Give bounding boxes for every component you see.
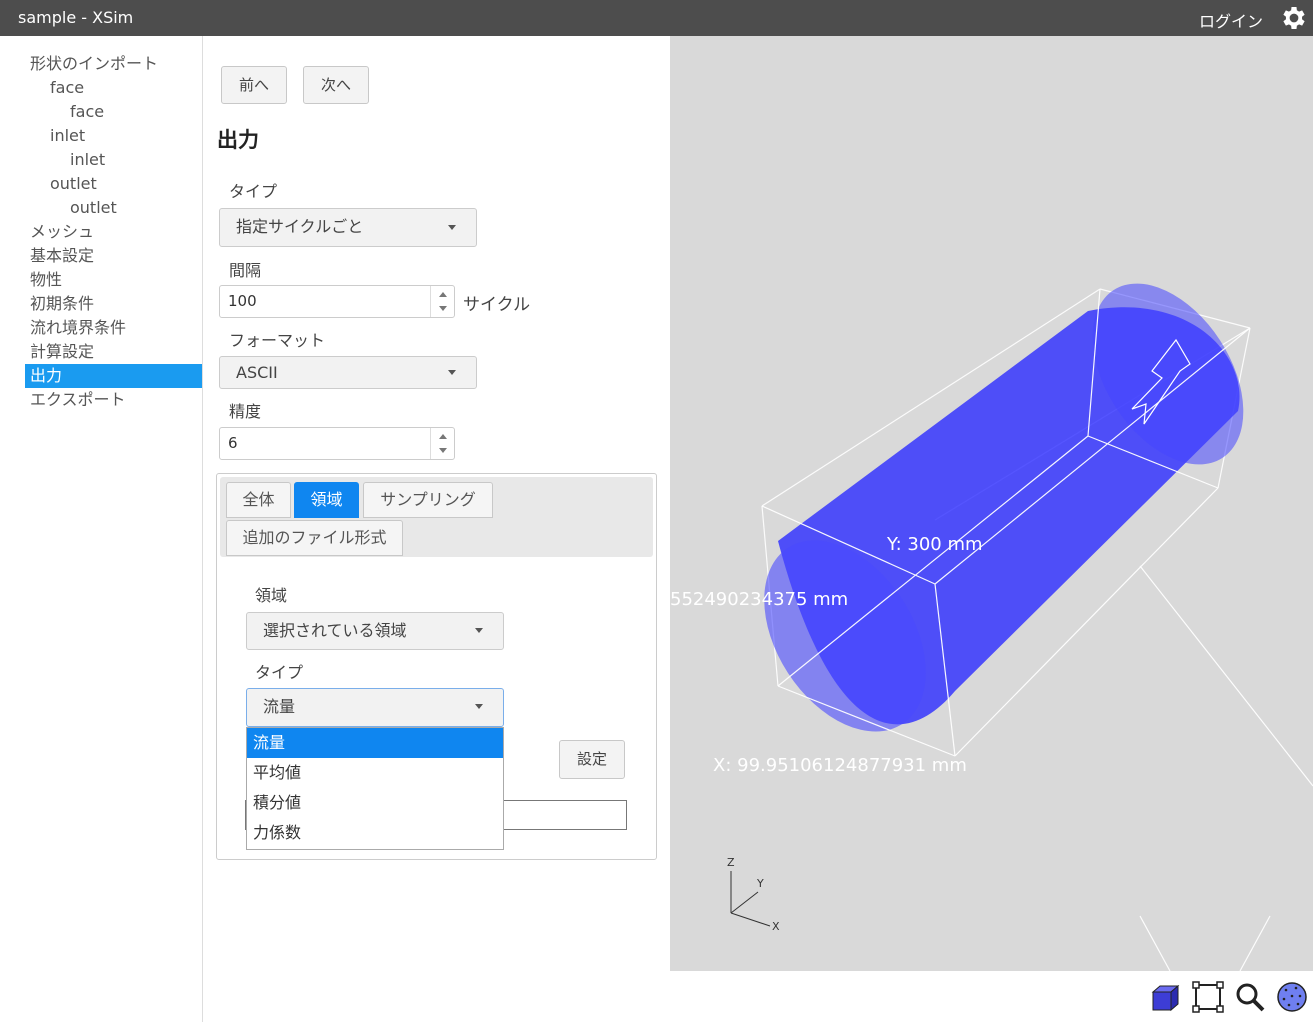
dimension-label-z: 552490234375 mm [670, 589, 848, 610]
interval-value: 100 [228, 292, 257, 310]
dropdown-option-force-coefficient[interactable]: 力係数 [247, 818, 503, 848]
type-select-value: 指定サイクルごと [236, 217, 364, 236]
axis-label-y: Y [756, 877, 764, 890]
axis-triad [730, 871, 771, 927]
tab-region[interactable]: 領域 [294, 482, 359, 518]
region-select[interactable]: 選択されている領域 [246, 612, 504, 650]
sidebar-item-outlet-child[interactable]: outlet [70, 196, 117, 220]
app-title: sample - XSim [18, 8, 134, 27]
region-type-value: 流量 [263, 697, 296, 716]
chevron-down-icon [475, 628, 483, 633]
dropdown-option-integral[interactable]: 積分値 [247, 788, 503, 818]
chevron-down-icon [448, 225, 456, 230]
dimension-label-y: Y: 300 mm [886, 534, 983, 555]
interval-unit: サイクル [463, 295, 531, 315]
zoom-icon[interactable] [1234, 981, 1266, 1013]
sidebar-item-mesh[interactable]: メッシュ [30, 220, 94, 244]
interval-label: 間隔 [229, 261, 262, 280]
region-type-select[interactable]: 流量 [246, 688, 504, 727]
spin-down-icon[interactable] [439, 306, 447, 311]
page-title: 出力 [217, 128, 259, 152]
tab-strip: 全体 領域 サンプリング 追加のファイル形式 [220, 477, 653, 557]
axis-label-z: Z [727, 856, 735, 869]
view-toolbar [670, 971, 1313, 1022]
type-label: タイプ [229, 182, 278, 201]
precision-input[interactable]: 6 [219, 427, 455, 460]
prev-button[interactable]: 前へ [221, 66, 287, 104]
precision-value: 6 [228, 434, 238, 452]
precision-spinner[interactable] [430, 428, 454, 459]
chevron-down-icon [475, 704, 483, 709]
precision-label: 精度 [229, 402, 262, 421]
title-bar: sample - XSim ログイン [0, 0, 1313, 36]
region-type-label: タイプ [255, 663, 304, 682]
sidebar-item-inlet[interactable]: inlet [50, 124, 85, 148]
set-button[interactable]: 設定 [559, 740, 625, 779]
interval-spinner[interactable] [430, 286, 454, 317]
dimension-label-x: X: 99.95106124877931 mm [713, 755, 967, 776]
dropdown-option-flow-rate[interactable]: 流量 [247, 728, 503, 758]
format-select-value: ASCII [236, 363, 278, 382]
spin-up-icon[interactable] [439, 434, 447, 439]
cube-view-icon[interactable] [1150, 983, 1182, 1013]
tab-sampling[interactable]: サンプリング [363, 482, 493, 518]
3d-viewport[interactable]: Y: 300 mm 552490234375 mm X: 99.95106124… [670, 36, 1313, 971]
settings-panel: 前へ 次へ 出力 タイプ 指定サイクルごと 間隔 100 サイクル フォーマット… [203, 36, 670, 1022]
spin-down-icon[interactable] [439, 448, 447, 453]
sidebar-item-basic-settings[interactable]: 基本設定 [30, 244, 94, 268]
sidebar-item-calc-settings[interactable]: 計算設定 [30, 340, 94, 364]
3d-scene: Y: 300 mm 552490234375 mm X: 99.95106124… [670, 283, 1313, 971]
format-select[interactable]: ASCII [219, 356, 477, 389]
region-type-dropdown: 流量 平均値 積分値 力係数 [246, 727, 504, 850]
sidebar-item-flow-boundary[interactable]: 流れ境界条件 [30, 316, 126, 340]
fit-view-icon[interactable] [1192, 981, 1224, 1013]
sidebar-item-properties[interactable]: 物性 [30, 268, 62, 292]
sidebar-item-export[interactable]: エクスポート [30, 388, 126, 412]
sidebar-item-face-child[interactable]: face [70, 100, 104, 124]
sidebar-item-output[interactable]: 出力 [25, 364, 202, 388]
axis-label-x: X [772, 920, 780, 933]
login-link[interactable]: ログイン [1199, 8, 1263, 32]
sidebar-item-import[interactable]: 形状のインポート [30, 52, 158, 76]
tab-overall[interactable]: 全体 [226, 482, 291, 518]
gear-icon[interactable] [1279, 3, 1309, 33]
region-select-value: 選択されている領域 [263, 621, 407, 640]
spin-up-icon[interactable] [439, 292, 447, 297]
sidebar-item-outlet[interactable]: outlet [50, 172, 97, 196]
sidebar-item-face[interactable]: face [50, 76, 84, 100]
interval-input[interactable]: 100 [219, 285, 455, 318]
mesh-view-icon[interactable] [1276, 981, 1308, 1013]
format-label: フォーマット [229, 331, 326, 350]
chevron-down-icon [448, 370, 456, 375]
sidebar-item-initial-conditions[interactable]: 初期条件 [30, 292, 94, 316]
sidebar-nav: 形状のインポート face face inlet inlet outlet ou… [0, 36, 203, 1022]
type-select[interactable]: 指定サイクルごと [219, 208, 477, 247]
next-button[interactable]: 次へ [303, 66, 369, 104]
tab-additional-formats[interactable]: 追加のファイル形式 [226, 520, 403, 556]
region-label: 領域 [255, 586, 288, 605]
dropdown-option-average[interactable]: 平均値 [247, 758, 503, 788]
sidebar-item-inlet-child[interactable]: inlet [70, 148, 105, 172]
